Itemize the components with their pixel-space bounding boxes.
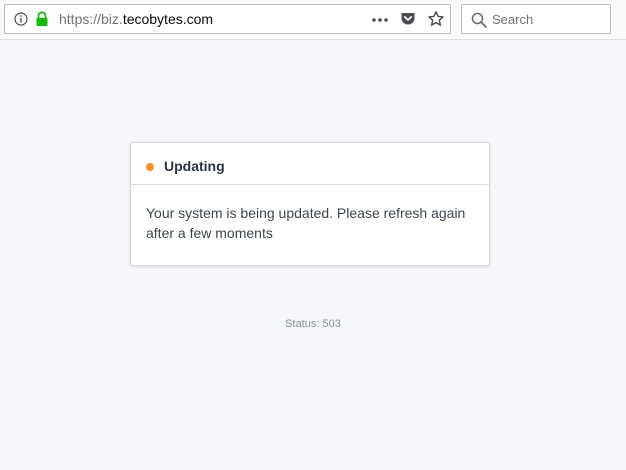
star-icon[interactable] <box>427 10 445 28</box>
update-notice-card: Updating Your system is being updated. P… <box>130 142 490 266</box>
url-bar[interactable]: https://biz.tecobytes.com <box>4 4 451 34</box>
url-prefix: https://biz. <box>59 11 123 27</box>
search-input[interactable] <box>492 10 604 28</box>
status-code: Status: 503 <box>285 318 341 330</box>
url-domain: tecobytes.com <box>122 11 214 27</box>
card-body: Your system is being updated. Please ref… <box>131 185 489 243</box>
status-dot <box>146 163 154 171</box>
browser-toolbar: https://biz.tecobytes.com <box>0 0 626 40</box>
lock-icon[interactable] <box>35 11 49 27</box>
search-icon <box>470 11 488 29</box>
card-title: Updating <box>164 158 225 174</box>
card-message: Your system is being updated. Please ref… <box>146 205 466 241</box>
info-icon[interactable] <box>14 12 28 26</box>
pocket-icon[interactable] <box>400 11 416 27</box>
search-bar[interactable] <box>461 4 611 34</box>
more-icon[interactable] <box>371 13 389 25</box>
url-text[interactable]: https://biz.tecobytes.com <box>59 11 213 28</box>
card-header: Updating <box>131 143 489 185</box>
